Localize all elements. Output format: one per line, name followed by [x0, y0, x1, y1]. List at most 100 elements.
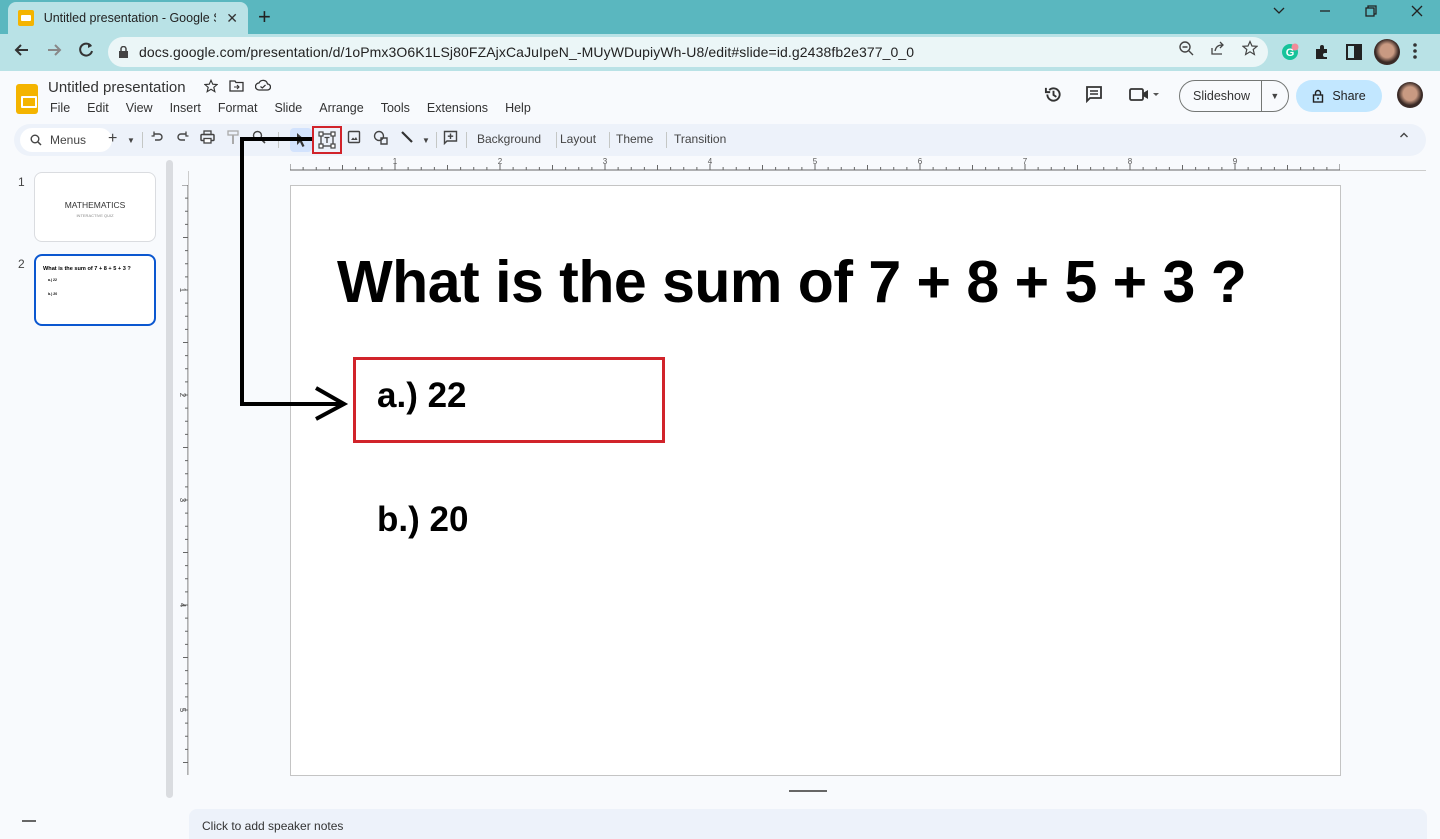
zoom-out-icon[interactable] [1178, 40, 1194, 56]
share-page-icon[interactable] [1210, 40, 1226, 56]
tab-close-icon[interactable]: ✕ [226, 10, 238, 27]
slide-number: 2 [18, 257, 25, 271]
tab-search-chevron-icon[interactable] [1272, 4, 1286, 18]
layout-button[interactable]: Layout [560, 132, 596, 146]
toolbar-divider [142, 132, 143, 148]
menu-slide[interactable]: Slide [274, 101, 307, 115]
thumb-title: MATHEMATICS [64, 200, 126, 210]
comments-icon[interactable] [1085, 85, 1103, 103]
side-panel-icon[interactable] [1344, 42, 1364, 62]
docs-header: Untitled presentation File Edit View Ins… [0, 71, 1440, 123]
google-slides-logo-icon[interactable] [16, 84, 38, 114]
insert-comment-icon[interactable] [443, 130, 458, 145]
thumb-line: a.) 22 [48, 278, 57, 282]
slide-canvas[interactable]: What is the sum of 7 + 8 + 5 + 3 ? a.) 2… [290, 185, 1341, 776]
version-history-icon[interactable] [1044, 85, 1063, 104]
menu-insert[interactable]: Insert [170, 101, 206, 115]
meet-camera-icon[interactable] [1128, 85, 1162, 103]
new-slide-plus-icon[interactable]: + [108, 129, 117, 149]
image-icon[interactable] [347, 130, 361, 144]
thumb-subtitle: INTERACTIVE QUIZ [76, 213, 114, 218]
slideshow-options-dropdown[interactable]: ▼ [1260, 81, 1288, 111]
paint-format-icon[interactable] [226, 130, 240, 145]
toolbar-divider [466, 132, 467, 148]
menu-edit[interactable]: Edit [87, 101, 114, 115]
toolbar-divider [666, 132, 667, 148]
close-window-icon[interactable] [1410, 4, 1424, 18]
address-bar[interactable]: docs.google.com/presentation/d/1oPmx3O6K… [108, 37, 1268, 67]
new-slide-layout-dropdown-icon[interactable]: ▼ [127, 131, 135, 151]
select-tool-button[interactable] [290, 128, 312, 152]
menu-view[interactable]: View [126, 101, 158, 115]
answer-b-text[interactable]: b.) 20 [377, 500, 468, 540]
thumb-title: What is the sum of 7 + 8 + 5 + 3 ? [43, 266, 131, 272]
minimize-icon[interactable] [1318, 4, 1332, 18]
back-icon[interactable] [12, 40, 32, 60]
star-icon[interactable] [204, 79, 218, 93]
menu-file[interactable]: File [50, 101, 75, 115]
chrome-menu-icon[interactable] [1412, 42, 1418, 60]
transition-button[interactable]: Transition [674, 132, 726, 146]
reload-icon[interactable] [76, 40, 96, 60]
ruler-label: 2 [498, 157, 503, 166]
line-icon[interactable] [400, 130, 414, 144]
ruler-border [1340, 170, 1426, 171]
shape-icon[interactable] [373, 130, 389, 145]
menus-search-box[interactable]: Menus [20, 128, 112, 152]
forward-icon[interactable] [44, 40, 64, 60]
print-icon[interactable] [200, 130, 215, 144]
text-box-tool-button[interactable] [312, 126, 342, 154]
cloud-saved-icon[interactable] [255, 79, 271, 91]
menu-help[interactable]: Help [505, 101, 536, 115]
redo-icon[interactable] [176, 130, 190, 144]
account-avatar[interactable] [1397, 82, 1423, 108]
slide-thumbnail-2[interactable]: What is the sum of 7 + 8 + 5 + 3 ? a.) 2… [34, 254, 156, 326]
browser-tab[interactable]: Untitled presentation - Google Sl ✕ [8, 2, 248, 34]
background-button[interactable]: Background [477, 132, 541, 146]
undo-icon[interactable] [150, 130, 164, 144]
slideshow-button[interactable]: Slideshow [1180, 89, 1261, 103]
url-text: docs.google.com/presentation/d/1oPmx3O6K… [139, 44, 915, 60]
ruler-label: 4 [178, 603, 187, 608]
toolbar-divider [278, 132, 279, 148]
horizontal-ruler[interactable]: 1 2 3 4 5 6 7 8 9 [290, 157, 1340, 171]
document-title[interactable]: Untitled presentation [48, 79, 186, 96]
bookmark-star-icon[interactable] [1242, 40, 1258, 56]
menu-tools[interactable]: Tools [381, 101, 415, 115]
slide-title-text[interactable]: What is the sum of 7 + 8 + 5 + 3 ? [337, 248, 1247, 316]
restore-icon[interactable] [1364, 4, 1378, 18]
share-button[interactable]: Share [1296, 80, 1382, 112]
zoom-icon[interactable] [252, 130, 266, 144]
grammarly-extension-icon[interactable]: G [1280, 42, 1300, 62]
notes-resize-handle[interactable] [789, 790, 827, 792]
collapse-toolbar-chevron-icon[interactable] [1398, 129, 1410, 141]
ruler-label: 1 [393, 157, 398, 166]
cursor-arrow-icon [297, 133, 306, 147]
ruler-label: 6 [918, 157, 923, 166]
extensions-puzzle-icon[interactable] [1312, 42, 1332, 62]
vertical-ruler[interactable]: 1 2 3 4 5 [175, 185, 189, 775]
answer-a-text[interactable]: a.) 22 [377, 376, 467, 416]
ruler-label: 4 [708, 157, 713, 166]
line-options-dropdown-icon[interactable]: ▼ [422, 131, 430, 151]
thumb-line: b.) 20 [48, 292, 58, 296]
filmstrip-scrollbar[interactable] [166, 160, 173, 798]
ruler-label: 1 [178, 288, 187, 293]
chrome-profile-avatar[interactable] [1374, 39, 1400, 65]
new-tab-button[interactable]: + [258, 4, 271, 30]
menu-format[interactable]: Format [218, 101, 263, 115]
toolbar-divider [436, 132, 437, 148]
slide-number: 1 [18, 175, 25, 189]
slides-favicon-icon [18, 10, 34, 26]
speaker-notes[interactable]: Click to add speaker notes [189, 809, 1427, 839]
search-icon [30, 134, 42, 146]
slide-thumbnail-1[interactable]: MATHEMATICS INTERACTIVE QUIZ [34, 172, 156, 242]
grid-view-icon[interactable] [22, 820, 36, 826]
menu-arrange[interactable]: Arrange [319, 101, 368, 115]
menu-extensions[interactable]: Extensions [427, 101, 493, 115]
tab-title: Untitled presentation - Google Sl [43, 11, 217, 25]
menus-search-label: Menus [50, 133, 87, 147]
theme-button[interactable]: Theme [616, 132, 653, 146]
share-label: Share [1332, 89, 1366, 103]
move-to-folder-icon[interactable] [229, 79, 244, 92]
